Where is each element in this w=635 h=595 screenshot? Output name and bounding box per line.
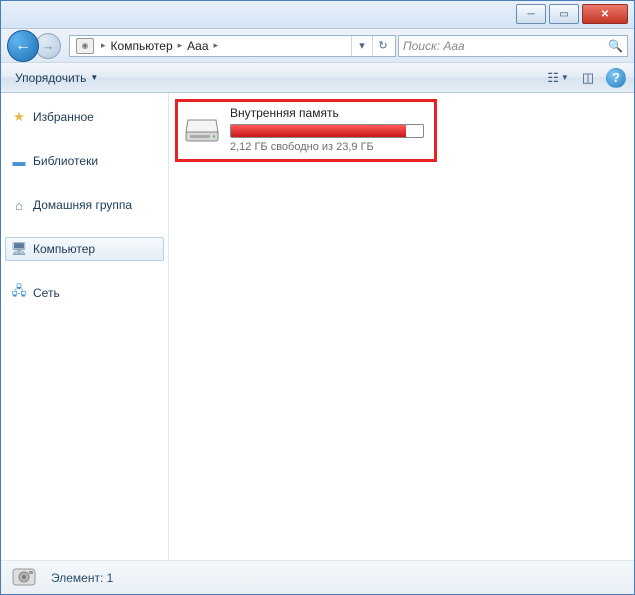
- content-pane: Внутренняя память 2,12 ГБ свободно из 23…: [169, 93, 634, 560]
- network-icon: 🖧: [11, 285, 27, 301]
- refresh-button[interactable]: ↻: [372, 36, 393, 56]
- close-button[interactable]: ✕: [582, 4, 628, 24]
- sidebar-item-libraries[interactable]: ▬ Библиотеки: [5, 149, 164, 173]
- back-button[interactable]: ←: [7, 30, 39, 62]
- breadcrumb-seg-folder[interactable]: Aaa: [185, 39, 210, 53]
- view-options-button[interactable]: ☷▼: [546, 66, 570, 90]
- sidebar-item-label: Библиотеки: [33, 154, 98, 168]
- organize-label: Упорядочить: [15, 71, 86, 85]
- search-placeholder: Поиск: Aaa: [403, 39, 465, 53]
- chevron-right-icon: ▸: [98, 40, 109, 51]
- arrow-right-icon: →: [42, 38, 55, 53]
- drive-name: Внутренняя память: [230, 106, 424, 120]
- search-icon: 🔍: [608, 39, 623, 53]
- statusbar: Элемент: 1: [1, 560, 634, 594]
- address-bar[interactable]: ◉ ▸ Компьютер ▸ Aaa ▸ ▾ ↻: [69, 35, 396, 57]
- sidebar-item-label: Домашняя группа: [33, 198, 132, 212]
- breadcrumb-seg-computer[interactable]: Компьютер: [109, 39, 175, 53]
- body: ★ Избранное ▬ Библиотеки ⌂ Домашняя груп…: [1, 93, 634, 560]
- status-text: Элемент: 1: [51, 571, 113, 585]
- preview-pane-button[interactable]: ◫: [576, 66, 600, 90]
- search-input[interactable]: Поиск: Aaa 🔍: [398, 35, 628, 57]
- sidebar-item-computer[interactable]: 🖥 Компьютер: [5, 237, 164, 261]
- minimize-button[interactable]: ─: [516, 4, 546, 24]
- explorer-window: ─ ▭ ✕ ← → ◉ ▸ Компьютер ▸ Aaa ▸ ▾ ↻ Поис…: [0, 0, 635, 595]
- computer-icon: 🖥: [11, 241, 27, 257]
- sidebar-item-label: Сеть: [33, 286, 60, 300]
- drive-capacity-bar: [230, 124, 424, 138]
- sidebar-item-label: Избранное: [33, 110, 94, 124]
- drive-icon: [184, 116, 220, 144]
- drive-capacity-fill: [231, 125, 406, 137]
- toolbar: Упорядочить ▼ ☷▼ ◫ ?: [1, 63, 634, 93]
- sidebar-item-favorites[interactable]: ★ Избранное: [5, 105, 164, 129]
- sidebar-item-label: Компьютер: [33, 242, 95, 256]
- address-dropdown-button[interactable]: ▾: [351, 36, 372, 56]
- chevron-right-icon: ▸: [175, 40, 186, 51]
- navbar: ← → ◉ ▸ Компьютер ▸ Aaa ▸ ▾ ↻ Поиск: Aaa…: [1, 29, 634, 63]
- homegroup-icon: ⌂: [11, 197, 27, 213]
- drive-free-text: 2,12 ГБ свободно из 23,9 ГБ: [230, 141, 424, 153]
- chevron-down-icon: ▼: [90, 73, 98, 82]
- titlebar: ─ ▭ ✕: [1, 1, 634, 29]
- sidebar-item-network[interactable]: 🖧 Сеть: [5, 281, 164, 305]
- drive-item[interactable]: Внутренняя память 2,12 ГБ свободно из 23…: [175, 99, 437, 162]
- maximize-button[interactable]: ▭: [549, 4, 579, 24]
- help-button[interactable]: ?: [606, 68, 626, 88]
- star-icon: ★: [11, 109, 27, 125]
- organize-button[interactable]: Упорядочить ▼: [9, 69, 104, 87]
- sidebar-item-homegroup[interactable]: ⌂ Домашняя группа: [5, 193, 164, 217]
- device-icon: ◉: [76, 38, 94, 54]
- chevron-right-icon: ▸: [211, 40, 222, 51]
- sidebar: ★ Избранное ▬ Библиотеки ⌂ Домашняя груп…: [1, 93, 169, 560]
- device-status-icon: [9, 564, 41, 592]
- arrow-left-icon: ←: [15, 37, 31, 55]
- libraries-icon: ▬: [11, 153, 27, 169]
- drive-info: Внутренняя память 2,12 ГБ свободно из 23…: [230, 106, 424, 153]
